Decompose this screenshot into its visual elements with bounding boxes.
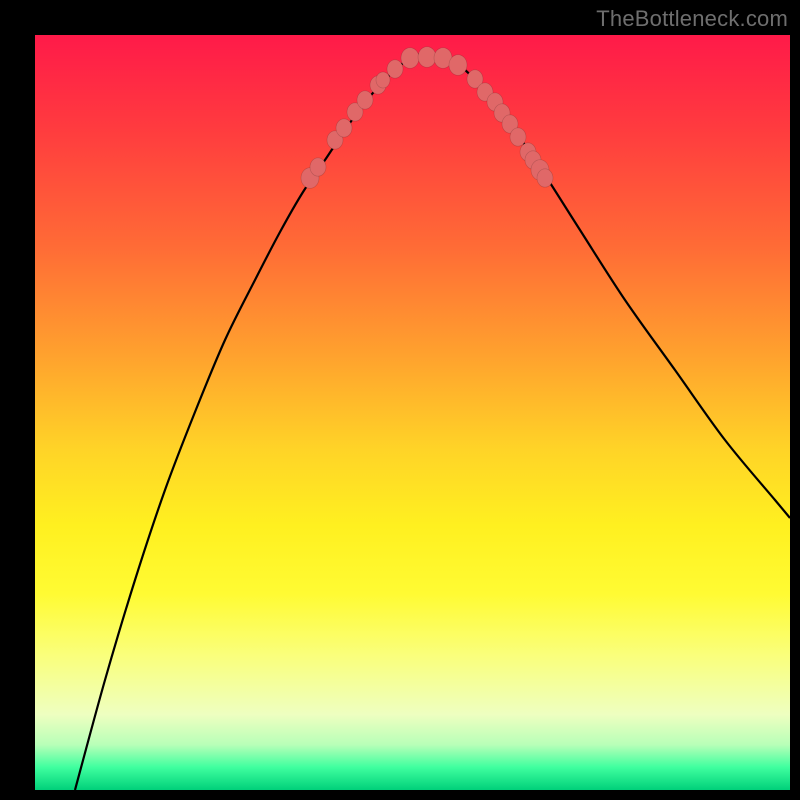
marker-group: [301, 47, 553, 189]
data-marker: [401, 48, 419, 69]
data-marker: [357, 91, 373, 109]
data-marker: [537, 169, 553, 187]
data-marker: [387, 60, 403, 78]
data-marker: [449, 55, 467, 76]
data-marker: [376, 72, 390, 88]
curve-svg: [35, 35, 790, 790]
data-marker: [510, 128, 526, 146]
plot-area: [35, 35, 790, 790]
watermark-label: TheBottleneck.com: [596, 6, 788, 32]
data-marker: [310, 158, 326, 176]
bottleneck-curve: [75, 55, 790, 790]
data-marker: [336, 119, 352, 137]
data-marker: [418, 47, 436, 68]
chart-frame: TheBottleneck.com: [0, 0, 800, 800]
